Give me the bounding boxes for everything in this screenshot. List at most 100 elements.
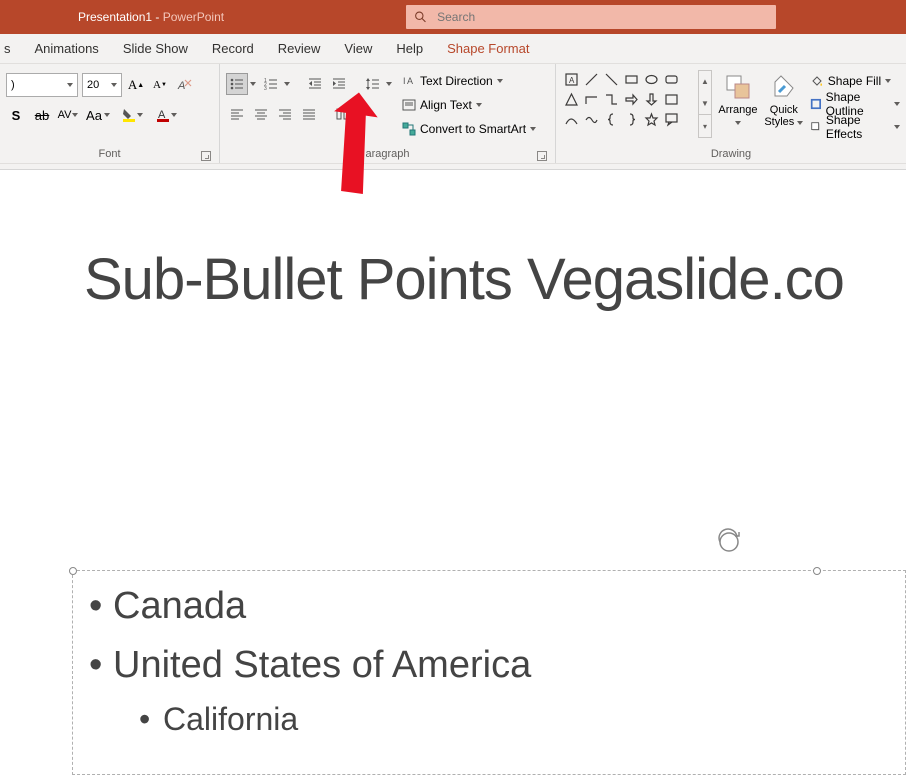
search-icon xyxy=(414,10,427,24)
search-input[interactable] xyxy=(437,10,768,24)
resize-handle-tl[interactable] xyxy=(69,567,77,575)
resize-handle-tm[interactable] xyxy=(813,567,821,575)
align-center-button[interactable] xyxy=(250,103,272,125)
shape-wave[interactable] xyxy=(582,110,601,129)
chevron-down-icon xyxy=(137,113,143,117)
numbering-dropdown[interactable] xyxy=(284,82,292,86)
shape-arc[interactable] xyxy=(562,110,581,129)
shape-roundrect[interactable] xyxy=(662,70,681,89)
chevron-down-icon xyxy=(72,113,78,117)
shapes-scroll-down[interactable]: ▼ xyxy=(699,93,711,115)
shapes-more[interactable]: ▾ xyxy=(699,114,711,137)
highlight-button[interactable] xyxy=(118,104,146,126)
shape-arrow-down[interactable] xyxy=(642,90,661,109)
line-spacing-button[interactable] xyxy=(362,73,384,95)
numbering-button[interactable]: 123 xyxy=(260,73,282,95)
tab-shape-format[interactable]: Shape Format xyxy=(435,34,541,64)
font-group-label: Font xyxy=(6,148,213,163)
columns-icon xyxy=(335,106,351,122)
bullet-1[interactable]: Canada xyxy=(89,577,889,636)
search-box[interactable] xyxy=(406,5,776,29)
shape-callout[interactable] xyxy=(662,110,681,129)
clear-formatting-button[interactable]: A xyxy=(174,74,194,96)
tab-view[interactable]: View xyxy=(332,34,384,64)
convert-smartart-button[interactable]: Convert to SmartArt xyxy=(402,118,536,140)
char-spacing-button[interactable]: AV xyxy=(58,104,78,126)
change-case-button[interactable]: Aa xyxy=(84,104,112,126)
chevron-down-icon xyxy=(171,113,177,117)
shape-brace-l[interactable] xyxy=(602,110,621,129)
tab-review[interactable]: Review xyxy=(266,34,333,64)
line-spacing-icon xyxy=(365,76,381,92)
shape-fill-button[interactable]: Shape Fill xyxy=(810,70,900,92)
increase-indent-button[interactable] xyxy=(328,73,350,95)
shape-line[interactable] xyxy=(582,70,601,89)
strikethrough-button[interactable]: S xyxy=(6,104,26,126)
shapes-gallery[interactable]: A xyxy=(562,70,698,138)
shape-line2[interactable] xyxy=(602,70,621,89)
ribbon-tabs: s Animations Slide Show Record Review Vi… xyxy=(0,34,906,64)
shape-effects-button[interactable]: Shape Effects xyxy=(810,116,900,138)
svg-text:A: A xyxy=(407,76,413,86)
font-color-icon: A xyxy=(155,107,171,123)
bullet-3[interactable]: California xyxy=(139,695,889,745)
font-color-button[interactable]: A xyxy=(152,104,180,126)
text-direction-icon: IA xyxy=(402,74,416,88)
chevron-down-icon xyxy=(735,121,741,125)
decrease-font-button[interactable]: A▼ xyxy=(150,74,170,96)
shape-star[interactable] xyxy=(642,110,661,129)
group-drawing: A xyxy=(556,64,906,163)
bullets-dropdown[interactable] xyxy=(250,82,258,86)
line-spacing-dropdown[interactable] xyxy=(386,82,394,86)
shape-arrow-right[interactable] xyxy=(622,90,641,109)
slide-title[interactable]: Sub-Bullet Points Vegaslide.co xyxy=(0,170,906,313)
align-right-icon xyxy=(277,106,293,122)
chevron-down-icon xyxy=(104,113,110,117)
shape-rect[interactable] xyxy=(622,70,641,89)
align-left-button[interactable] xyxy=(226,103,248,125)
decrease-indent-icon xyxy=(307,76,323,92)
shape-textbox[interactable]: A xyxy=(562,70,581,89)
convert-smartart-label: Convert to SmartArt xyxy=(420,122,526,136)
text-direction-button[interactable]: IA Text Direction xyxy=(402,70,536,92)
shape-elbow2[interactable] xyxy=(602,90,621,109)
font-size-select[interactable]: 20 xyxy=(82,73,122,97)
bucket-icon xyxy=(810,74,824,88)
shape-brace-r[interactable] xyxy=(622,110,641,129)
decrease-indent-button[interactable] xyxy=(304,73,326,95)
chevron-down-icon xyxy=(797,121,803,125)
quick-styles-button[interactable]: QuickStyles xyxy=(764,70,804,138)
highlight-icon xyxy=(121,107,137,123)
columns-dropdown[interactable] xyxy=(356,112,364,116)
justify-button[interactable] xyxy=(298,103,320,125)
font-dialog-launcher[interactable] xyxy=(201,151,211,161)
chevron-down-icon xyxy=(894,125,900,129)
tab-slideshow[interactable]: Slide Show xyxy=(111,34,200,64)
quick-label: Quick xyxy=(770,104,798,116)
tab-animations[interactable]: Animations xyxy=(23,34,111,64)
double-strike-button[interactable]: ab xyxy=(32,104,52,126)
paragraph-dialog-launcher[interactable] xyxy=(537,151,547,161)
content-textbox[interactable]: Canada United States of America Californ… xyxy=(72,570,906,775)
bullet-2[interactable]: United States of America xyxy=(89,636,889,695)
bullets-button[interactable] xyxy=(226,73,248,95)
slide-canvas[interactable]: Sub-Bullet Points Vegaslide.co Canada Un… xyxy=(0,170,906,313)
align-text-button[interactable]: Align Text xyxy=(402,94,536,116)
shape-elbow[interactable] xyxy=(582,90,601,109)
shapes-scroll-up[interactable]: ▲ xyxy=(699,71,711,93)
shape-rect2[interactable] xyxy=(662,90,681,109)
tab-help[interactable]: Help xyxy=(384,34,435,64)
align-left-icon xyxy=(229,106,245,122)
chevron-down-icon xyxy=(530,127,536,131)
align-right-button[interactable] xyxy=(274,103,296,125)
columns-button[interactable] xyxy=(332,103,354,125)
font-family-select[interactable]: ) xyxy=(6,73,78,97)
shape-oval[interactable] xyxy=(642,70,661,89)
shape-outline-button[interactable]: Shape Outline xyxy=(810,93,900,115)
increase-font-button[interactable]: A▲ xyxy=(126,74,146,96)
tab-truncated[interactable]: s xyxy=(0,34,23,64)
shape-triangle[interactable] xyxy=(562,90,581,109)
arrange-button[interactable]: Arrange xyxy=(718,70,758,138)
group-paragraph: 123 xyxy=(220,64,556,163)
tab-record[interactable]: Record xyxy=(200,34,266,64)
